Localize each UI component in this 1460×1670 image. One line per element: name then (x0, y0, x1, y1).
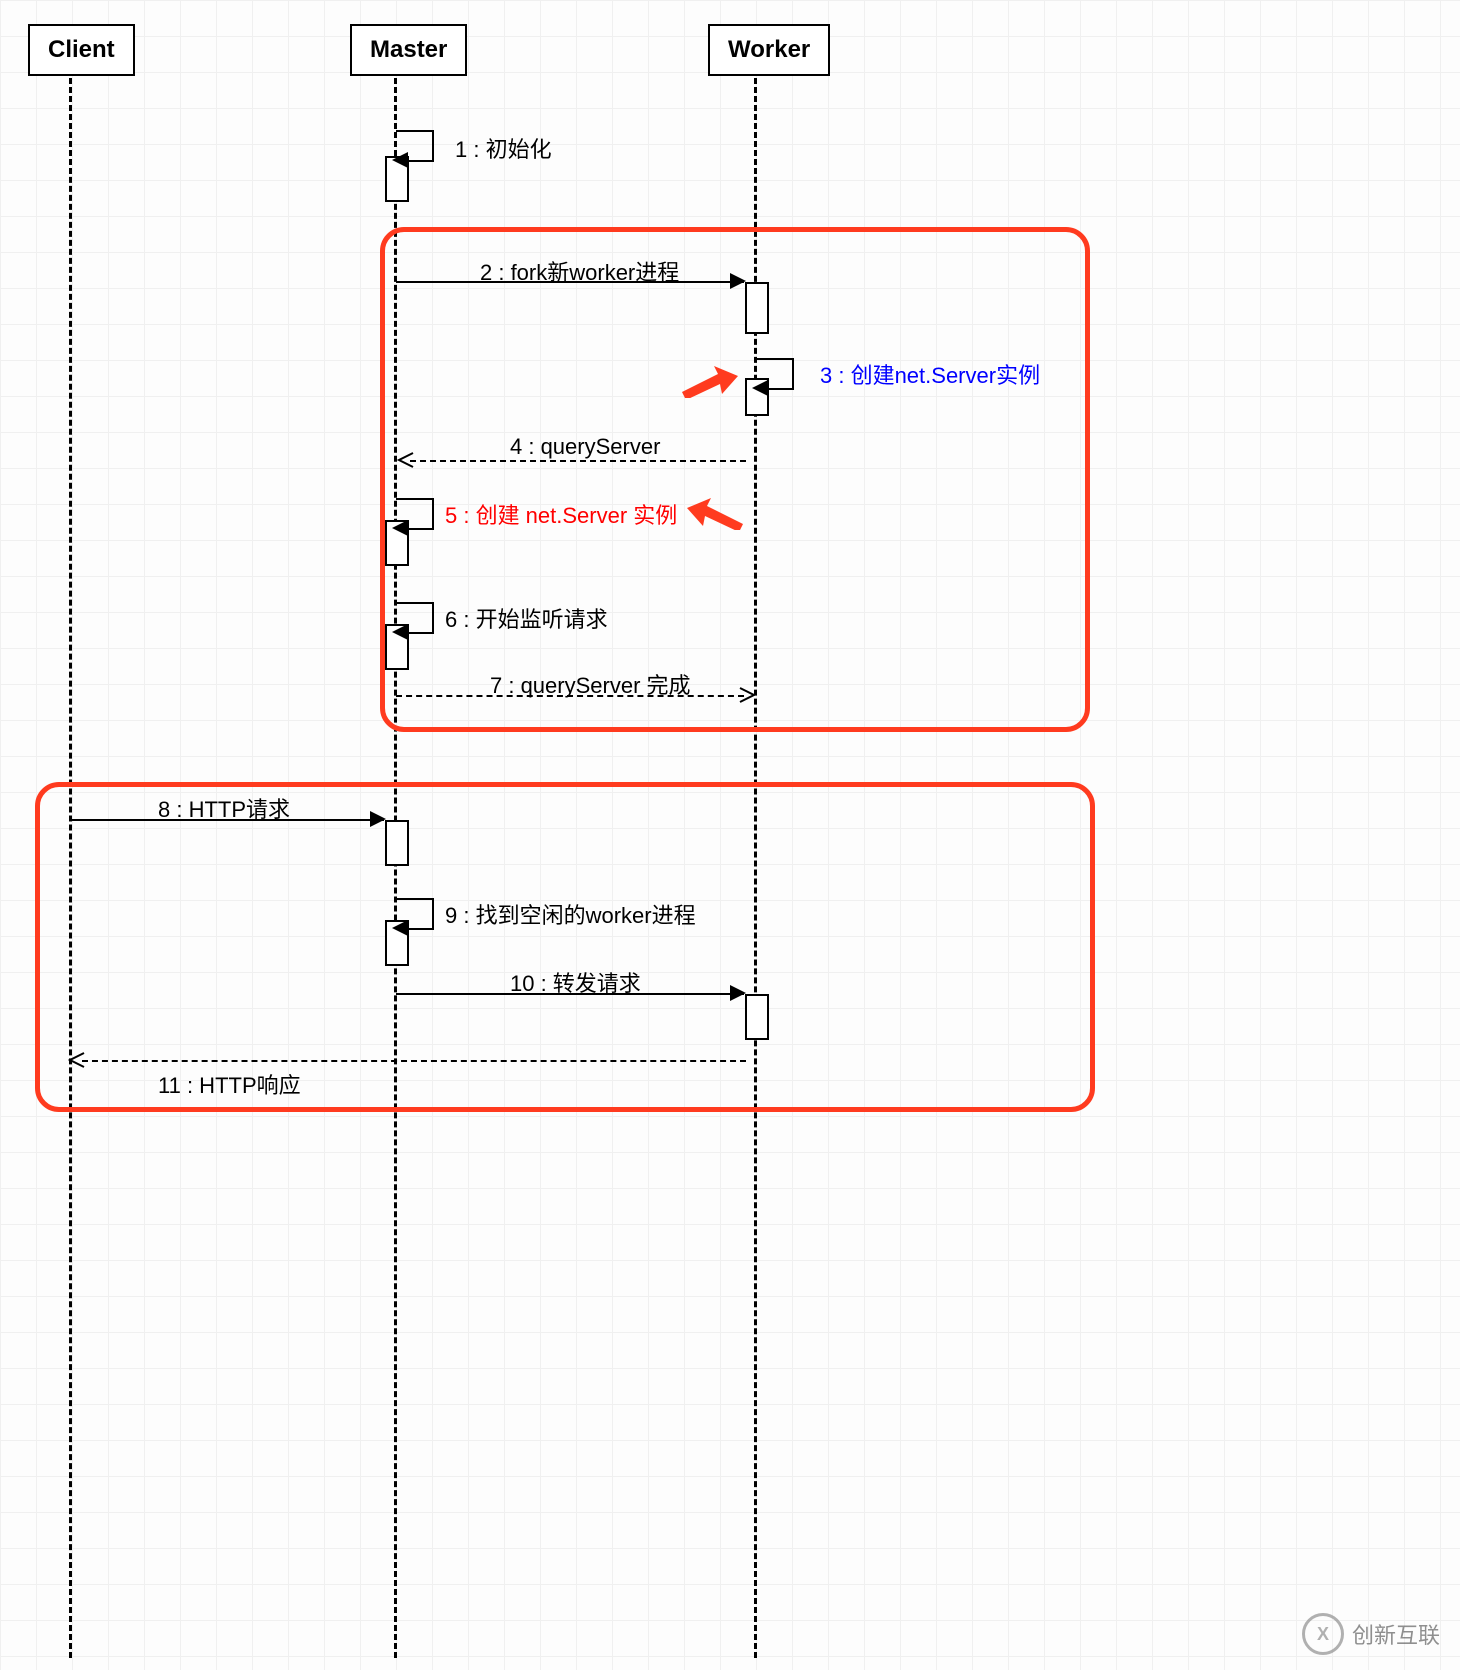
message-label: 10 : 转发请求 (510, 966, 641, 998)
arrow-line (408, 632, 434, 634)
participant-client: Client (28, 24, 135, 76)
message-label: 1 : 初始化 (455, 132, 552, 164)
arrowhead-icon (752, 380, 768, 396)
arrow-line (82, 1060, 746, 1062)
arrowhead-icon (730, 273, 746, 289)
arrowhead-icon (370, 811, 386, 827)
arrow-line (408, 160, 434, 162)
message-label: 4 : queryServer (510, 434, 660, 460)
participant-worker: Worker (708, 24, 830, 76)
arrow-line (432, 898, 434, 928)
message-label: 5 : 创建 net.Server 实例 (445, 498, 677, 530)
activation-worker (745, 994, 769, 1040)
arrow-line (432, 130, 434, 160)
watermark: X 创新互联 (1302, 1613, 1440, 1655)
arrowhead-icon (738, 686, 756, 704)
watermark-text: 创新互联 (1352, 1618, 1440, 1650)
message-label: 7 : queryServer 完成 (490, 668, 691, 700)
arrow-line (768, 388, 794, 390)
arrow-line (396, 898, 432, 900)
activation-worker (745, 282, 769, 334)
activation-master (385, 820, 409, 866)
arrowhead-icon (68, 1051, 86, 1069)
highlight-group-2 (35, 782, 1095, 1112)
arrow-line (410, 460, 746, 462)
lifeline-master (394, 78, 397, 1658)
message-label: 11 : HTTP响应 (158, 1068, 301, 1100)
arrow-line (396, 130, 432, 132)
lifeline-client (69, 78, 72, 1658)
participant-label: Master (370, 36, 447, 63)
arrowhead-icon (392, 920, 408, 936)
arrow-line (432, 498, 434, 528)
callout-arrow-icon (680, 362, 740, 398)
arrow-line (396, 498, 432, 500)
message-label: 2 : fork新worker进程 (480, 255, 679, 287)
message-label: 9 : 找到空闲的worker进程 (445, 898, 696, 930)
participant-label: Worker (728, 36, 810, 63)
watermark-icon: X (1302, 1613, 1344, 1655)
message-label: 3 : 创建net.Server实例 (820, 358, 1040, 390)
message-label: 8 : HTTP请求 (158, 792, 290, 824)
arrow-line (408, 528, 434, 530)
arrowhead-icon (392, 152, 408, 168)
participant-label: Client (48, 36, 115, 63)
arrowhead-icon (392, 624, 408, 640)
participant-master: Master (350, 24, 467, 76)
arrowhead-icon (730, 985, 746, 1001)
arrow-line (396, 602, 432, 604)
arrow-line (756, 358, 792, 360)
highlight-group-1 (380, 227, 1090, 732)
sequence-diagram: Client Master Worker 1 : 初始化 2 : fork新wo… (0, 0, 1460, 1670)
arrow-line (792, 358, 794, 388)
arrow-line (408, 928, 434, 930)
callout-arrow-icon (685, 494, 745, 530)
arrowhead-icon (392, 520, 408, 536)
arrow-line (432, 602, 434, 632)
message-label: 6 : 开始监听请求 (445, 602, 608, 634)
arrowhead-icon (397, 451, 415, 469)
